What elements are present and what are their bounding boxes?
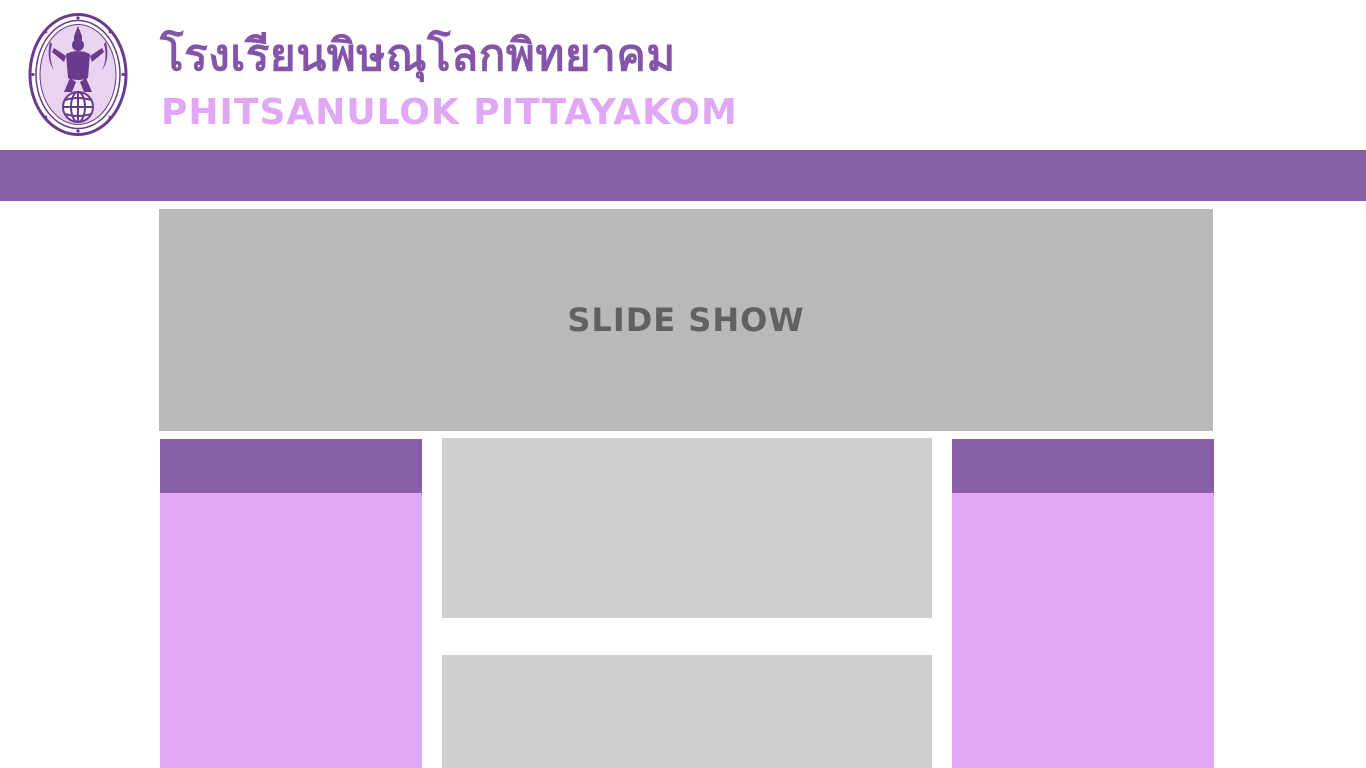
slideshow-label: SLIDE SHOW [567,301,805,339]
slideshow[interactable]: SLIDE SHOW [159,209,1213,431]
site-header: โรงเรียนพิษณุโลกพิทยาคม PHITSANULOK PITT… [0,0,1366,150]
left-sidebar-header [160,439,422,493]
right-sidebar-header [952,439,1214,493]
right-sidebar [952,439,1214,768]
page: โรงเรียนพิษณุโลกพิทยาคม PHITSANULOK PITT… [0,0,1366,768]
school-name-english: PHITSANULOK PITTAYAKOM [161,92,738,133]
school-name-thai: โรงเรียนพิษณุโลกพิทยาคม [160,30,676,81]
content-panel-bottom [442,655,932,768]
left-sidebar [160,439,422,768]
content-panel-top [442,438,932,618]
school-emblem-icon[interactable] [28,12,128,137]
main-navbar [0,150,1366,201]
